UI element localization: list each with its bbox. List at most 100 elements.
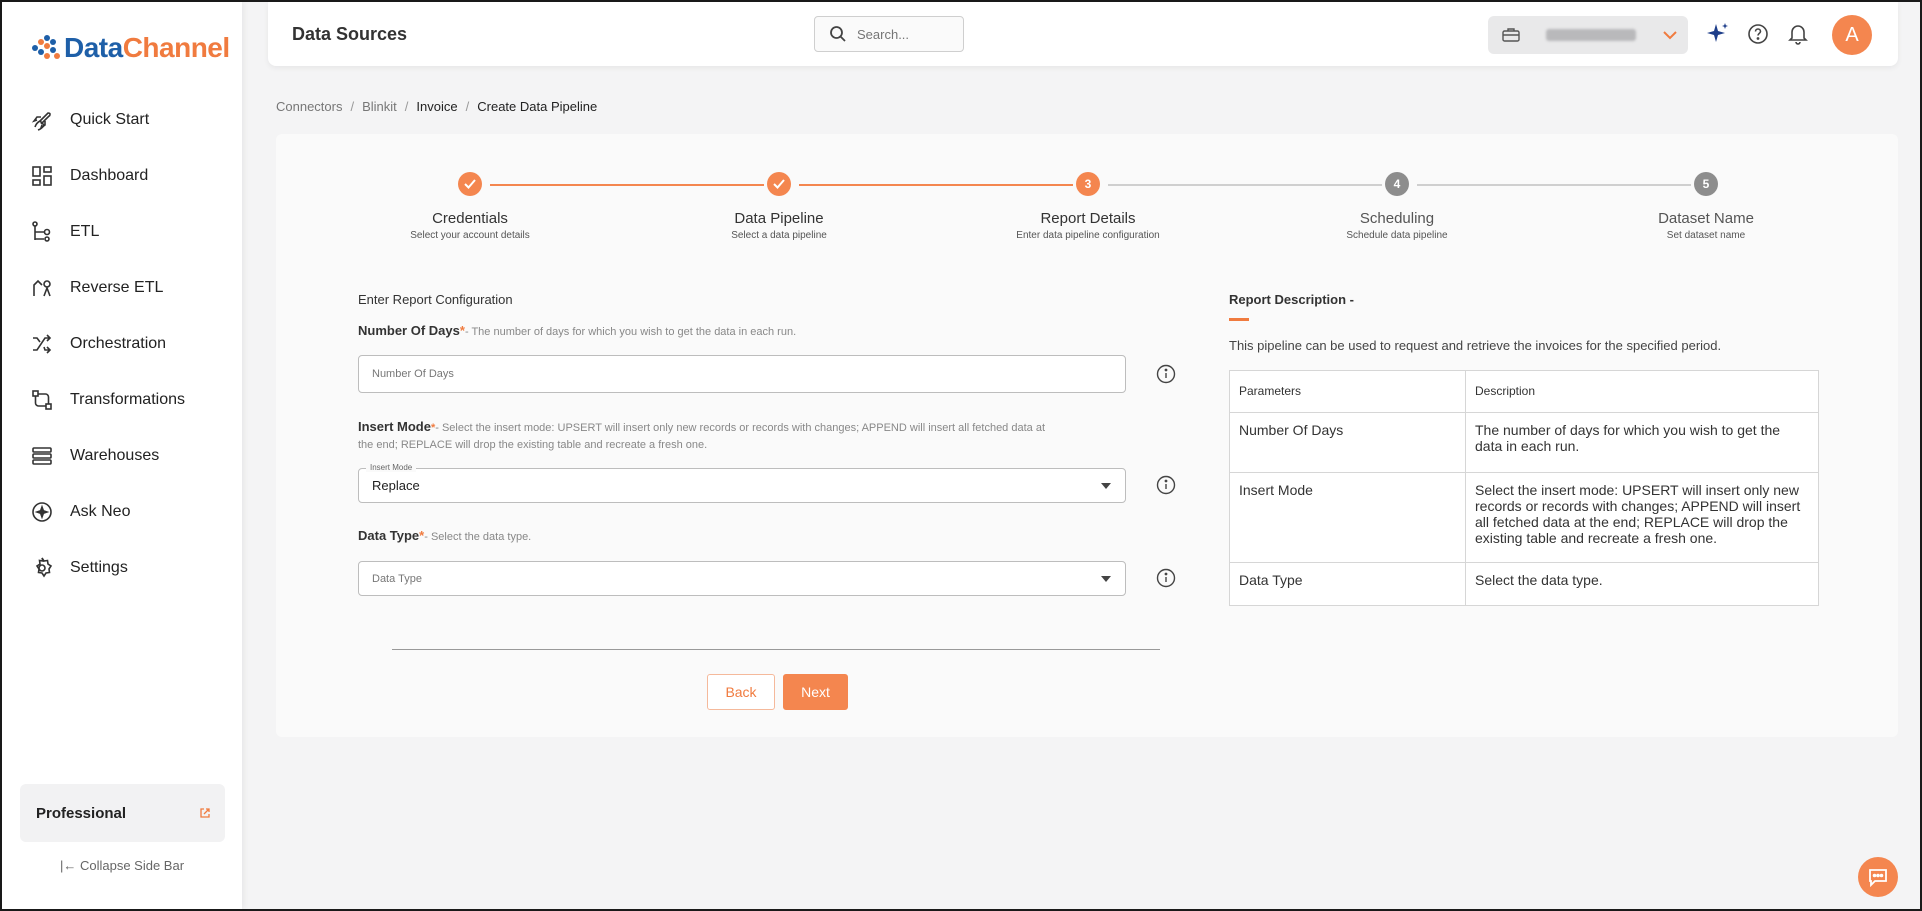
collapse-sidebar-button[interactable]: |← Collapse Side Bar (2, 858, 242, 873)
insert-mode-hint: - Select the insert mode: UPSERT will in… (358, 422, 1045, 451)
sidebar-item-transformations[interactable]: Transformations (2, 372, 242, 428)
account-name-redacted (1546, 29, 1636, 41)
ai-sparkle-button[interactable] (1704, 20, 1732, 48)
sidebar-item-settings[interactable]: Settings (2, 540, 242, 596)
sidebar-item-label: Dashboard (70, 167, 149, 184)
sparkle-icon (1707, 23, 1728, 42)
step-number: 4 (1385, 172, 1409, 196)
breadcrumb-item-connectors[interactable]: Connectors (276, 99, 342, 114)
info-icon[interactable] (1156, 568, 1176, 588)
caret-down-icon (1101, 482, 1111, 489)
step-subtitle: Enter data pipeline configuration (1016, 230, 1160, 241)
page-title: Data Sources (292, 24, 408, 44)
step-subtitle: Select your account details (410, 230, 530, 241)
step-credentials[interactable]: Credentials Select your account details (350, 172, 590, 241)
bell-icon (1788, 25, 1808, 45)
table-header-row: Parameters Description (1229, 370, 1819, 413)
insert-mode-floating-label: Insert Mode (366, 463, 417, 472)
breadcrumb-separator: / (350, 99, 355, 114)
sidebar-item-ask-neo[interactable]: Ask Neo (2, 484, 242, 540)
transformations-icon (32, 390, 52, 410)
breadcrumb-separator: / (465, 99, 470, 114)
table-row: Number Of Days The number of days for wh… (1229, 412, 1819, 473)
table-cell: The number of days for which you wish to… (1465, 412, 1819, 473)
step-dataset-name: 5 Dataset Name Set dataset name (1586, 172, 1826, 241)
data-type-label-text: Data Type (358, 528, 420, 543)
days-label: Number Of Days*- The number of days for … (358, 323, 796, 338)
step-title: Dataset Name (1658, 210, 1754, 227)
sidebar-item-dashboard[interactable]: Dashboard (2, 148, 242, 204)
parameters-table: Parameters Description Number Of Days Th… (1229, 370, 1819, 606)
form-section-title: Enter Report Configuration (358, 292, 513, 307)
account-selector[interactable] (1488, 16, 1688, 54)
days-input-placeholder: Number Of Days (372, 368, 454, 380)
stepper: Credentials Select your account details … (276, 134, 1898, 254)
table-cell: Select the insert mode: UPSERT will inse… (1465, 472, 1819, 563)
data-type-placeholder: Data Type (372, 572, 422, 585)
sidebar-nav: Quick Start Dashboard ETL Reverse ETL Or… (2, 92, 242, 596)
logo-text-channel: Channel (122, 32, 230, 63)
notifications-button[interactable] (1784, 20, 1812, 48)
info-icon[interactable] (1156, 364, 1176, 384)
reverse-etl-icon (33, 279, 51, 297)
table-header: Description (1465, 370, 1819, 413)
step-subtitle: Schedule data pipeline (1346, 230, 1448, 241)
external-link-icon[interactable] (199, 807, 211, 819)
rocket-icon (31, 112, 51, 131)
step-title: Credentials (432, 210, 508, 227)
title-underline (1229, 318, 1249, 321)
avatar[interactable]: A (1832, 15, 1872, 55)
search-input[interactable] (857, 26, 947, 42)
table-row: Insert Mode Select the insert mode: UPSE… (1229, 472, 1819, 563)
warehouses-icon (32, 447, 52, 465)
divider (392, 649, 1160, 650)
data-type-label: Data Type*- Select the data type. (358, 528, 531, 543)
table-cell: Insert Mode (1229, 472, 1466, 563)
back-button[interactable]: Back (707, 674, 775, 710)
check-icon (767, 172, 791, 196)
step-data-pipeline[interactable]: Data Pipeline Select a data pipeline (659, 172, 899, 241)
breadcrumb-item-invoice[interactable]: Invoice (416, 99, 457, 114)
collapse-label: Collapse Side Bar (79, 858, 185, 873)
sidebar-item-label: Orchestration (70, 335, 167, 352)
caret-down-icon (1101, 575, 1111, 582)
next-button[interactable]: Next (783, 674, 848, 710)
breadcrumb-item-blinkit[interactable]: Blinkit (362, 99, 397, 114)
info-icon[interactable] (1156, 475, 1176, 495)
insert-mode-value: Replace (372, 478, 420, 493)
top-header: Data Sources A (268, 2, 1898, 66)
step-title: Scheduling (1359, 210, 1435, 227)
sidebar-item-etl[interactable]: ETL (2, 204, 242, 260)
step-subtitle: Select a data pipeline (731, 230, 827, 241)
plan-label: Professional (36, 804, 127, 822)
ask-neo-icon (32, 502, 52, 522)
search-box[interactable] (814, 16, 964, 52)
step-report-details[interactable]: 3 Report Details Enter data pipeline con… (968, 172, 1208, 241)
table-header: Parameters (1229, 370, 1466, 413)
sidebar-item-label: Ask Neo (70, 503, 131, 520)
days-input[interactable]: Number Of Days (358, 355, 1126, 393)
sidebar-item-label: Transformations (70, 391, 185, 408)
sidebar-item-reverse-etl[interactable]: Reverse ETL (2, 260, 242, 316)
check-icon (458, 172, 482, 196)
insert-mode-label-text: Insert Mode (358, 419, 431, 434)
sidebar-item-orchestration[interactable]: Orchestration (2, 316, 242, 372)
logo-text: DataChannel (64, 32, 230, 64)
insert-mode-select[interactable]: Replace (358, 468, 1126, 503)
search-icon (830, 26, 846, 42)
help-button[interactable] (1744, 20, 1772, 48)
insert-mode-label: Insert Mode*- Select the insert mode: UP… (358, 418, 1058, 454)
plan-box[interactable]: Professional (20, 784, 225, 842)
days-hint: - The number of days for which you wish … (464, 326, 797, 338)
datachannel-logo[interactable]: DataChannel (30, 32, 230, 64)
sidebar-item-warehouses[interactable]: Warehouses (2, 428, 242, 484)
briefcase-icon (1502, 28, 1520, 42)
breadcrumb-separator: / (404, 99, 409, 114)
chat-support-button[interactable] (1858, 857, 1898, 897)
data-type-select[interactable]: Data Type (358, 561, 1126, 596)
step-number: 5 (1694, 172, 1718, 196)
table-cell: Data Type (1229, 562, 1466, 606)
sidebar-item-quick-start[interactable]: Quick Start (2, 92, 242, 148)
sidebar-item-label: Warehouses (70, 447, 160, 464)
chevron-down-icon (1663, 31, 1677, 40)
